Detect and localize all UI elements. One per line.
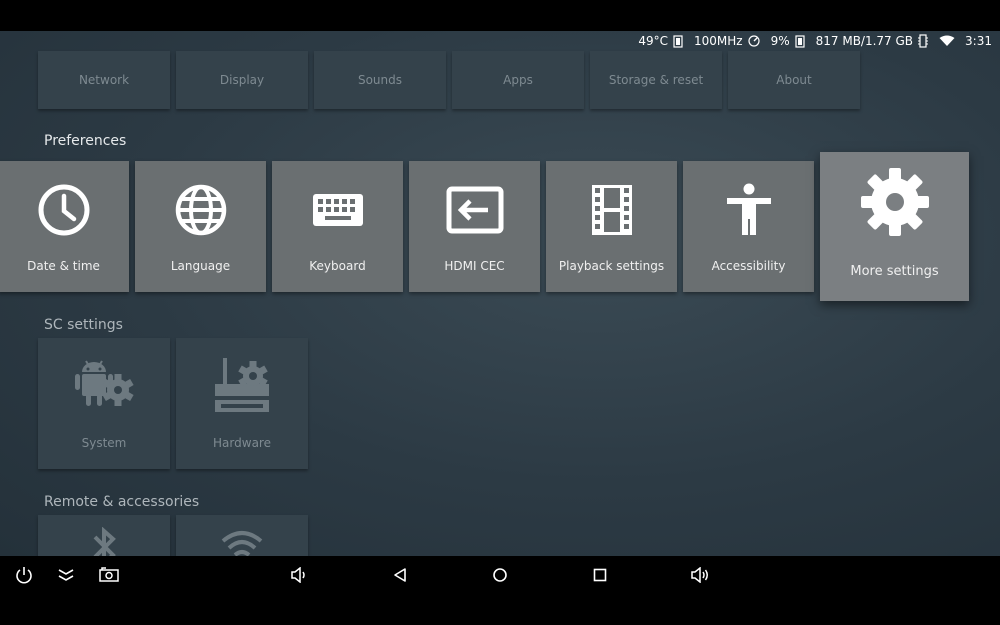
- collapse-button[interactable]: [56, 565, 76, 585]
- wifi-icon: [939, 35, 955, 46]
- screenshot-icon: [99, 567, 119, 582]
- tile-date-time[interactable]: Date & time: [0, 161, 129, 292]
- tile-system[interactable]: System: [38, 338, 170, 469]
- gear-icon: [860, 168, 929, 236]
- tile-label: Playback settings: [558, 259, 665, 273]
- tile-label: More settings: [850, 264, 939, 279]
- tile-label: Accessibility: [711, 259, 786, 273]
- keyboard-icon: [312, 194, 363, 226]
- tile-label: System: [81, 436, 127, 450]
- film-icon: [591, 185, 632, 235]
- category-network[interactable]: Network: [38, 51, 170, 109]
- sc-settings-row: System Hardware: [38, 338, 308, 469]
- chip-icon: [673, 34, 683, 48]
- memory-text: 817 MB/1.77 GB: [815, 34, 914, 48]
- screenshot-button[interactable]: [99, 565, 119, 585]
- tile-hardware[interactable]: Hardware: [176, 338, 308, 469]
- back-button[interactable]: [390, 565, 410, 585]
- power-button[interactable]: [14, 565, 34, 585]
- tile-hdmi-cec[interactable]: HDMI CEC: [409, 161, 540, 292]
- time-text: 3:31: [965, 34, 992, 48]
- chip-icon: [795, 34, 805, 48]
- tile-accessibility[interactable]: Accessibility: [683, 161, 814, 292]
- bottom-black-bar: [0, 594, 1000, 625]
- recents-button[interactable]: [590, 565, 610, 585]
- category-apps[interactable]: Apps: [452, 51, 584, 109]
- frequency-status: 100MHz: [694, 34, 761, 48]
- volume-up-button[interactable]: [690, 565, 710, 585]
- accessibility-icon: [726, 183, 771, 235]
- navigation-bar: [0, 556, 1000, 594]
- tile-more-settings[interactable]: More settings: [820, 152, 969, 301]
- cpu-text: 9%: [770, 34, 790, 48]
- frequency-text: 100MHz: [693, 34, 743, 48]
- tile-bluetooth[interactable]: [38, 515, 170, 556]
- tile-language[interactable]: Language: [135, 161, 266, 292]
- remote-accessories-row: [38, 515, 308, 556]
- android-gear-icon: [75, 360, 134, 406]
- bluetooth-icon: [93, 527, 116, 556]
- home-icon: [493, 568, 507, 582]
- category-about[interactable]: About: [728, 51, 860, 109]
- temperature-status: 49°C: [638, 34, 684, 48]
- volume-up-icon: [691, 567, 708, 583]
- cpu-status: 9%: [771, 34, 806, 48]
- ram-icon: [918, 34, 929, 48]
- wifi-status: [939, 35, 955, 47]
- globe-icon: [175, 184, 226, 236]
- clock-status: 3:31: [965, 34, 992, 48]
- clock-icon: [38, 184, 89, 236]
- category-display[interactable]: Display: [176, 51, 308, 109]
- top-categories: Network Display Sounds Apps Storage & re…: [38, 51, 860, 109]
- volume-down-button[interactable]: [289, 565, 309, 585]
- tile-label: Language: [170, 259, 231, 273]
- memory-status: 817 MB/1.77 GB: [816, 34, 929, 48]
- home-button[interactable]: [490, 565, 510, 585]
- tile-wifi[interactable]: [176, 515, 308, 556]
- preferences-title: Preferences: [44, 133, 127, 149]
- cpu-speed-icon: [747, 35, 760, 47]
- settings-screen: 49°C 100MHz 9% 817 MB/1.77 GB 3:31 Netwo…: [0, 31, 1000, 556]
- router-gear-icon: [215, 358, 269, 412]
- back-icon: [394, 568, 406, 582]
- tile-playback-settings[interactable]: Playback settings: [546, 161, 677, 292]
- tile-label: Keyboard: [309, 259, 366, 273]
- tile-label: Hardware: [213, 436, 271, 450]
- preferences-row: Date & time Language Keyboard HDMI CEC P…: [0, 152, 969, 301]
- temperature-text: 49°C: [638, 34, 668, 48]
- category-sounds[interactable]: Sounds: [314, 51, 446, 109]
- tile-label: HDMI CEC: [444, 259, 505, 273]
- remote-accessories-title: Remote & accessories: [44, 494, 200, 510]
- category-storage-reset[interactable]: Storage & reset: [590, 51, 722, 109]
- sc-settings-title: SC settings: [44, 317, 123, 333]
- collapse-icon: [58, 569, 74, 581]
- power-icon: [16, 567, 32, 584]
- input-icon: [446, 186, 503, 234]
- status-bar: 49°C 100MHz 9% 817 MB/1.77 GB 3:31: [0, 31, 1000, 51]
- volume-down-icon: [291, 567, 305, 583]
- tile-keyboard[interactable]: Keyboard: [272, 161, 403, 292]
- tile-label: Date & time: [27, 259, 100, 273]
- top-black-bar: [0, 0, 1000, 31]
- wifi-icon: [221, 531, 263, 556]
- recents-icon: [593, 568, 607, 582]
